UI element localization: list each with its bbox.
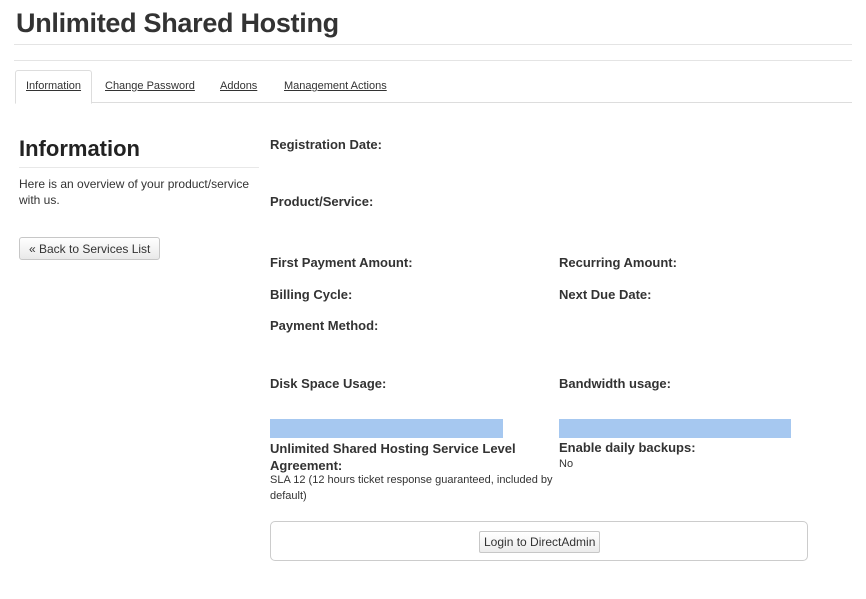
bandwidth-usage-bar [559,419,791,438]
tab-change-password[interactable]: Change Password [105,70,195,102]
sla-label: Unlimited Shared Hosting Service Level A… [270,441,516,473]
page-title: Unlimited Shared Hosting [16,8,339,38]
sidebar-divider [19,167,259,168]
title-divider-lower [14,60,852,61]
bandwidth-usage-label: Bandwidth usage: [559,376,671,391]
daily-backups-label: Enable daily backups: [559,440,696,455]
sla-value: SLA 12 (12 hours ticket response guarant… [270,474,553,502]
disk-usage-bar [270,419,503,438]
recurring-amount-label: Recurring Amount: [559,255,677,270]
title-divider [14,44,852,45]
next-due-date-label: Next Due Date: [559,287,652,302]
daily-backups-value: No [559,458,574,470]
product-service-label: Product/Service: [270,194,374,209]
login-directadmin-button[interactable]: Login to DirectAdmin [479,531,601,553]
tab-addons[interactable]: Addons [220,70,257,102]
tab-bar: Information Change Password Addons Manag… [15,70,852,104]
back-to-services-button[interactable]: « Back to Services List [19,237,161,260]
billing-cycle-label: Billing Cycle: [270,287,353,302]
sidebar-description: Here is an overview of your product/serv… [19,177,250,207]
disk-usage-label: Disk Space Usage: [270,376,387,391]
sidebar-title: Information [19,136,140,161]
tab-management-actions[interactable]: Management Actions [284,70,387,102]
first-payment-label: First Payment Amount: [270,255,413,270]
tab-information[interactable]: Information [15,70,93,104]
login-panel: Login to DirectAdmin [270,521,808,561]
payment-method-label: Payment Method: [270,318,379,333]
registration-date-label: Registration Date: [270,137,382,152]
